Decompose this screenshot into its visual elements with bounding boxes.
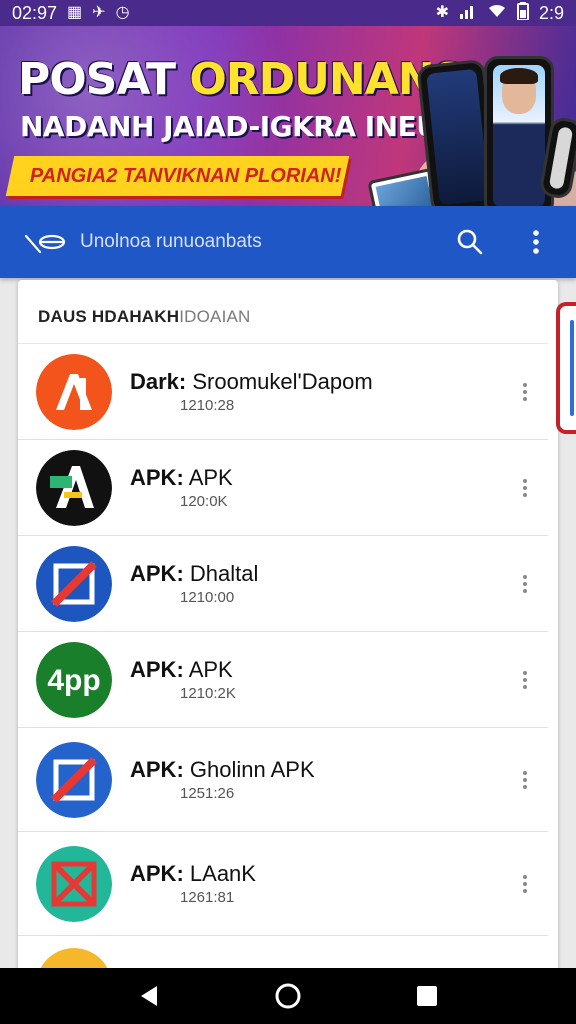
- status-bar: 02:97 ▦ ✈ ◷ ✱ 2:9: [0, 0, 576, 26]
- nav-recents-button[interactable]: [407, 976, 447, 1016]
- wifi-icon: [487, 3, 507, 23]
- green-4pp-icon: 4pp: [36, 641, 112, 718]
- more-vertical-icon: [523, 382, 527, 401]
- signal-icon: [459, 3, 477, 23]
- black-a-icon: [36, 449, 112, 526]
- bluetooth-icon: ✱: [435, 4, 449, 21]
- list-item[interactable]: APK: APK 120:0K: [18, 440, 548, 536]
- person-illustration: [500, 68, 538, 114]
- section-title-muted: IDOAIAN: [179, 307, 251, 326]
- app-title: APK: Dhaltal: [130, 561, 259, 586]
- section-title: DAUS HDAHAKH: [38, 307, 180, 326]
- overflow-menu-button[interactable]: [516, 222, 556, 262]
- search-hint-text[interactable]: Unolnoa runuoanbats: [80, 231, 450, 253]
- battery-icon: [516, 2, 529, 24]
- app-title: APK: LAanK: [130, 861, 256, 886]
- app-title: Dark: Sroomukel'Dapom: [130, 369, 373, 394]
- row-more-button[interactable]: [510, 468, 540, 508]
- section-header: DAUS HDAHAKH IDOAIAN: [18, 280, 548, 344]
- system-nav-bar: [0, 968, 576, 1024]
- more-vertical-icon: [523, 574, 527, 593]
- more-vertical-icon: [523, 770, 527, 789]
- search-button[interactable]: [450, 222, 490, 262]
- row-more-button[interactable]: [510, 760, 540, 800]
- list-item[interactable]: Dark: Sroomukel'Dapom 1210:28: [18, 344, 548, 440]
- alarm-icon: ◷: [115, 4, 130, 21]
- recents-icon: [416, 986, 437, 1006]
- teal-x-icon: [36, 845, 112, 922]
- row-more-button[interactable]: [510, 564, 540, 604]
- app-size: 1210:28: [180, 397, 235, 414]
- app-toolbar: Unolnoa runuoanbats: [0, 206, 576, 278]
- app-title: APK: Gholinn APK: [130, 757, 315, 782]
- satellite-icon[interactable]: [20, 222, 70, 262]
- status-right-time: 2:9: [538, 2, 564, 23]
- blue-slash-icon: [36, 741, 112, 818]
- list-item[interactable]: APK: Gholinn APK 1251:26: [18, 728, 548, 832]
- more-vertical-icon: [523, 874, 527, 893]
- row-more-button[interactable]: [510, 660, 540, 700]
- promo-banner[interactable]: POSAT ORDUNANSIA NADANH JAIAD-IGKRA INEU…: [0, 26, 576, 206]
- grid-icon: ▦: [67, 4, 83, 21]
- app-list-card: DAUS HDAHAKH IDOAIAN Dark: Sroomukel'Dap…: [18, 280, 558, 980]
- banner-ribbon-text: PANGIA2 TANVIKNAN PLORIAN!: [30, 164, 342, 187]
- side-panel-handle[interactable]: [556, 302, 576, 434]
- app-title: APK: APK: [130, 465, 233, 490]
- row-more-button[interactable]: [510, 372, 540, 412]
- nav-back-button[interactable]: [129, 976, 169, 1016]
- banner-title-part1: POSAT: [18, 54, 176, 105]
- list-item[interactable]: APK: Dhaltal 1210:00: [18, 536, 548, 632]
- list-item[interactable]: 4pp APK: APK 1210:2K: [18, 632, 548, 728]
- row-more-button[interactable]: [510, 864, 540, 904]
- blue-slash-icon: [36, 545, 112, 622]
- svg-text:4pp: 4pp: [47, 664, 100, 697]
- app-size: 1261:81: [180, 889, 235, 906]
- nav-home-button[interactable]: [268, 976, 308, 1016]
- app-title: APK: APK: [130, 657, 233, 682]
- app-size: 120:0K: [180, 493, 228, 510]
- orange-a-icon: [36, 353, 112, 430]
- more-vertical-icon: [523, 478, 527, 497]
- banner-ribbon: PANGIA2 TANVIKNAN PLORIAN!: [5, 156, 350, 196]
- airplane-icon: ✈: [92, 4, 106, 21]
- search-icon: [457, 229, 483, 255]
- more-vertical-icon: [533, 230, 539, 254]
- home-icon: [275, 983, 301, 1009]
- status-time: 02:97: [12, 2, 58, 23]
- back-icon: [141, 986, 158, 1006]
- app-size: 1251:26: [180, 785, 235, 802]
- more-vertical-icon: [523, 670, 527, 689]
- app-size: 1210:00: [180, 589, 235, 606]
- app-size: 1210:2K: [180, 685, 236, 702]
- list-item[interactable]: APK: LAanK 1261:81: [18, 832, 548, 936]
